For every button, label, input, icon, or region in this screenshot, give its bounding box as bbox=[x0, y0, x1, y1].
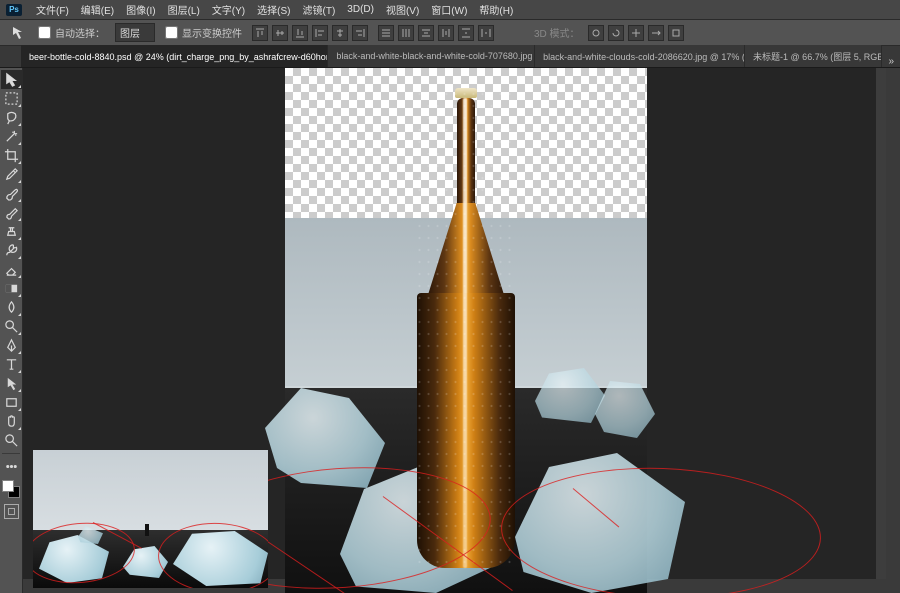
auto-select-input[interactable] bbox=[38, 26, 51, 39]
align-right[interactable] bbox=[352, 25, 368, 41]
rectangle-shape-tool[interactable] bbox=[1, 393, 22, 412]
menu-view[interactable]: 视图(V) bbox=[380, 2, 425, 17]
threeD-orbit[interactable] bbox=[588, 25, 604, 41]
document-tab[interactable]: black-and-white-black-and-white-cold-707… bbox=[328, 45, 535, 67]
distribute-1[interactable] bbox=[378, 25, 394, 41]
move-tool[interactable] bbox=[1, 70, 22, 89]
foreground-color[interactable] bbox=[2, 480, 14, 492]
threeD-slide[interactable] bbox=[648, 25, 664, 41]
canvas-area[interactable] bbox=[23, 68, 900, 593]
auto-select-dropdown[interactable]: 图层 bbox=[115, 23, 155, 42]
menu-bar: Ps 文件(F) 编辑(E) 图像(I) 图层(L) 文字(Y) 选择(S) 滤… bbox=[0, 0, 900, 20]
tool-divider bbox=[2, 453, 20, 454]
tab-label: black-and-white-clouds-cold-2086620.jpg … bbox=[543, 50, 745, 63]
document-tab[interactable]: black-and-white-clouds-cold-2086620.jpg … bbox=[535, 45, 745, 67]
tab-overflow-icon[interactable]: » bbox=[882, 56, 900, 67]
menu-edit[interactable]: 编辑(E) bbox=[75, 2, 120, 17]
tab-label: beer-bottle-cold-8840.psd @ 24% (dirt_ch… bbox=[29, 50, 328, 63]
magic-wand-tool[interactable] bbox=[1, 127, 22, 146]
clone-stamp-tool[interactable] bbox=[1, 222, 22, 241]
auto-select-label: 自动选择： bbox=[55, 25, 105, 40]
tab-label: black-and-white-black-and-white-cold-707… bbox=[336, 51, 535, 61]
menu-window[interactable]: 窗口(W) bbox=[425, 2, 473, 17]
align-top[interactable] bbox=[252, 25, 268, 41]
distribute-2[interactable] bbox=[398, 25, 414, 41]
blur-tool[interactable] bbox=[1, 298, 22, 317]
document-tab[interactable]: beer-bottle-cold-8840.psd @ 24% (dirt_ch… bbox=[21, 45, 328, 67]
pen-tool[interactable] bbox=[1, 336, 22, 355]
rectangular-marquee-tool[interactable] bbox=[1, 89, 22, 108]
document-canvas[interactable] bbox=[285, 68, 647, 593]
beer-bottle bbox=[415, 88, 517, 568]
distribute-3[interactable] bbox=[418, 25, 434, 41]
dodge-tool[interactable] bbox=[1, 317, 22, 336]
show-transform-input[interactable] bbox=[165, 26, 178, 39]
threeD-scale[interactable] bbox=[668, 25, 684, 41]
type-tool[interactable] bbox=[1, 355, 22, 374]
color-swatches[interactable] bbox=[2, 480, 20, 498]
options-bar: 自动选择： 图层 显示变换控件 3D 模式： bbox=[0, 20, 900, 46]
menu-layer[interactable]: 图层(L) bbox=[162, 2, 206, 17]
collapsed-panels-strip[interactable] bbox=[876, 68, 886, 593]
app-logo: Ps bbox=[6, 4, 22, 16]
document-tab[interactable]: 未标题-1 @ 66.7% (图层 5, RGB/8... × bbox=[745, 45, 882, 67]
eraser-tool[interactable] bbox=[1, 260, 22, 279]
align-group-1 bbox=[252, 25, 368, 41]
zoom-tool[interactable] bbox=[1, 431, 22, 450]
threeD-roll[interactable] bbox=[608, 25, 624, 41]
show-transform-checkbox[interactable]: 显示变换控件 bbox=[165, 25, 242, 40]
menu-3d[interactable]: 3D(D) bbox=[341, 4, 380, 15]
threeD-mode-group bbox=[588, 25, 684, 41]
distribute-4[interactable] bbox=[438, 25, 454, 41]
eyedropper-tool[interactable] bbox=[1, 165, 22, 184]
align-vcenter[interactable] bbox=[272, 25, 288, 41]
align-bottom[interactable] bbox=[292, 25, 308, 41]
menu-help[interactable]: 帮助(H) bbox=[473, 2, 519, 17]
main-area bbox=[0, 68, 900, 593]
spot-healing-brush-tool[interactable] bbox=[1, 184, 22, 203]
path-selection-tool[interactable] bbox=[1, 374, 22, 393]
show-transform-label: 显示变换控件 bbox=[182, 25, 242, 40]
align-hcenter[interactable] bbox=[332, 25, 348, 41]
distribute-group bbox=[378, 25, 494, 41]
distribute-6[interactable] bbox=[478, 25, 494, 41]
menu-image[interactable]: 图像(I) bbox=[120, 2, 161, 17]
align-left[interactable] bbox=[312, 25, 328, 41]
person-silhouette bbox=[145, 524, 149, 536]
edit-toolbar-button[interactable] bbox=[1, 457, 22, 476]
menu-select[interactable]: 选择(S) bbox=[251, 2, 296, 17]
current-tool-icon[interactable] bbox=[8, 23, 30, 43]
lasso-tool[interactable] bbox=[1, 108, 22, 127]
reference-thumbnail[interactable] bbox=[33, 450, 268, 588]
toolbox bbox=[0, 68, 23, 593]
threeD-pan[interactable] bbox=[628, 25, 644, 41]
threeD-mode-label: 3D 模式： bbox=[534, 25, 580, 40]
document-tab-bar: beer-bottle-cold-8840.psd @ 24% (dirt_ch… bbox=[0, 46, 900, 68]
auto-select-checkbox[interactable]: 自动选择： bbox=[38, 25, 105, 40]
scroll-corner bbox=[886, 579, 900, 593]
menu-file[interactable]: 文件(F) bbox=[30, 2, 75, 17]
distribute-5[interactable] bbox=[458, 25, 474, 41]
gradient-tool[interactable] bbox=[1, 279, 22, 298]
hand-tool[interactable] bbox=[1, 412, 22, 431]
menu-filter[interactable]: 滤镜(T) bbox=[297, 2, 342, 17]
quick-mask-toggle[interactable] bbox=[4, 504, 19, 519]
scrollbar-vertical[interactable] bbox=[886, 68, 900, 579]
crop-tool[interactable] bbox=[1, 146, 22, 165]
brush-tool[interactable] bbox=[1, 203, 22, 222]
history-brush-tool[interactable] bbox=[1, 241, 22, 260]
tab-label: 未标题-1 @ 66.7% (图层 5, RGB/8... bbox=[753, 50, 882, 63]
menu-type[interactable]: 文字(Y) bbox=[206, 2, 251, 17]
